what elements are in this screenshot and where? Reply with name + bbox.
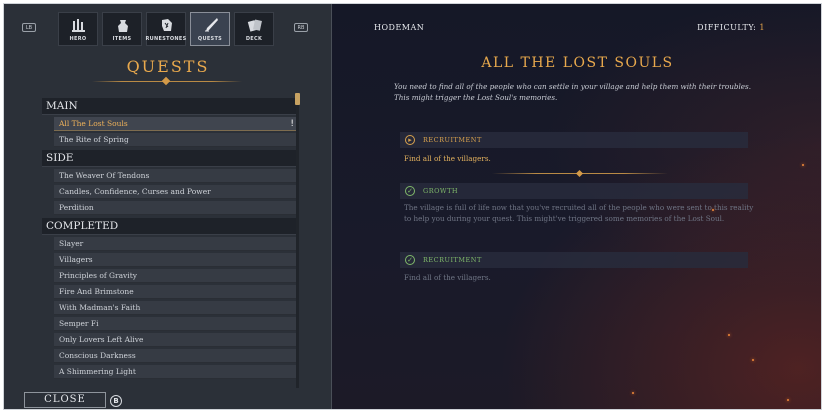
quest-item-label: A Shimmering Light [59, 367, 136, 376]
bag-icon [118, 20, 128, 32]
tab-quests[interactable]: QUESTS [190, 12, 230, 46]
quest-item-label: Villagers [59, 255, 93, 264]
objective-text: Find all of the villagers. [404, 154, 491, 163]
quest-item-label: With Madman's Faith [59, 303, 141, 312]
quest-item[interactable]: Conscious Darkness [54, 349, 298, 363]
quest-item[interactable]: Slayer [54, 237, 298, 251]
quest-item[interactable]: All The Lost Souls ! [54, 117, 298, 131]
close-button[interactable]: CLOSE [24, 392, 106, 408]
runestone-icon [162, 19, 172, 31]
scrollbar-thumb[interactable] [295, 93, 300, 105]
quest-item[interactable]: The Weaver Of Tendons [54, 169, 298, 183]
section-side: SIDE [42, 150, 298, 167]
quest-item[interactable]: Perdition [54, 201, 298, 215]
quest-item[interactable]: The Rite of Spring [54, 133, 298, 147]
checkmark-icon: ✓ [405, 255, 415, 265]
section-main: MAIN [42, 98, 298, 115]
objective-header: ▸ RECRUITMENT [400, 132, 748, 148]
ember-particle [712, 209, 714, 211]
quest-item-label: Slayer [59, 239, 84, 248]
quest-item[interactable]: Candles, Confidence, Curses and Power [54, 185, 298, 199]
objective-label: GROWTH [423, 187, 459, 195]
ember-particle [802, 164, 804, 166]
prev-tab-button[interactable]: LB [22, 23, 36, 32]
quest-item-label: The Rite of Spring [59, 135, 129, 144]
cards-icon [247, 19, 262, 32]
quill-icon [205, 18, 218, 32]
difficulty-value: 1 [759, 23, 765, 32]
hero-name: HODEMAN [374, 23, 425, 32]
tab-hero[interactable]: HERO [58, 12, 98, 46]
objective-label: RECRUITMENT [423, 136, 482, 144]
quest-item[interactable]: Semper Fi [54, 317, 298, 331]
quest-list-scrollbar[interactable] [295, 93, 300, 388]
objective-label: RECRUITMENT [423, 256, 482, 264]
objective-divider [492, 169, 668, 178]
game-menu-window: LB RB HERO ITEMS RUNESTONES QUESTS DECK … [3, 3, 822, 410]
quest-item-label: Semper Fi [59, 319, 99, 328]
quest-title: ALL THE LOST SOULS [481, 55, 674, 71]
tab-label: DECK [245, 36, 263, 42]
ember-particle [728, 334, 730, 336]
tab-label: ITEMS [112, 36, 132, 42]
tab-items[interactable]: ITEMS [102, 12, 142, 46]
ember-particle [632, 392, 634, 394]
objective-text: Find all of the villagers. [404, 273, 491, 282]
ember-particle [787, 399, 789, 401]
quest-item[interactable]: Villagers [54, 253, 298, 267]
quest-item[interactable]: A Shimmering Light [54, 365, 298, 379]
quest-list: MAIN All The Lost Souls ! The Rite of Sp… [42, 98, 298, 388]
quest-item[interactable]: Fire And Brimstone [54, 285, 298, 299]
next-tab-button[interactable]: RB [294, 23, 308, 32]
quest-item-label: Only Lovers Left Alive [59, 335, 144, 344]
tab-label: HERO [69, 36, 87, 42]
quest-item[interactable]: With Madman's Faith [54, 301, 298, 315]
section-completed: COMPLETED [42, 218, 298, 235]
tab-runestones[interactable]: RUNESTONES [146, 12, 186, 46]
tab-label: QUESTS [197, 36, 223, 42]
quest-item-label: Fire And Brimstone [59, 287, 134, 296]
quest-description: You need to find all of the people who c… [394, 82, 751, 102]
quest-item-label: Candles, Confidence, Curses and Power [59, 187, 211, 196]
difficulty-indicator: DIFFICULTY: 1 [697, 23, 765, 32]
quest-item-label: The Weaver Of Tendons [59, 171, 150, 180]
difficulty-label: DIFFICULTY: [697, 23, 757, 32]
menu-tabs: HERO ITEMS RUNESTONES QUESTS DECK [58, 12, 274, 48]
title-divider [92, 76, 242, 86]
quest-item[interactable]: Only Lovers Left Alive [54, 333, 298, 347]
quest-item[interactable]: Principles of Gravity [54, 269, 298, 283]
objective-header: ✓ RECRUITMENT [400, 252, 748, 268]
panel-title: QUESTS [126, 57, 210, 76]
hero-icon [72, 19, 85, 32]
tab-label: RUNESTONES [145, 36, 187, 42]
quest-item-label: All The Lost Souls [59, 119, 128, 128]
objective-active-icon: ▸ [405, 135, 415, 145]
new-quest-marker: ! [290, 119, 294, 129]
b-button-icon: B [110, 395, 122, 407]
quest-item-label: Principles of Gravity [59, 271, 137, 280]
quest-item-label: Conscious Darkness [59, 351, 136, 360]
tab-deck[interactable]: DECK [234, 12, 274, 46]
objective-text: The village is full of life now that you… [404, 203, 754, 223]
objective-header: ✓ GROWTH [400, 183, 748, 199]
quest-item-label: Perdition [59, 203, 94, 212]
quest-list-panel: LB RB HERO ITEMS RUNESTONES QUESTS DECK … [4, 4, 332, 409]
quest-detail-panel: HODEMAN DIFFICULTY: 1 ALL THE LOST SOULS… [332, 4, 821, 409]
ember-particle [752, 359, 754, 361]
checkmark-icon: ✓ [405, 186, 415, 196]
